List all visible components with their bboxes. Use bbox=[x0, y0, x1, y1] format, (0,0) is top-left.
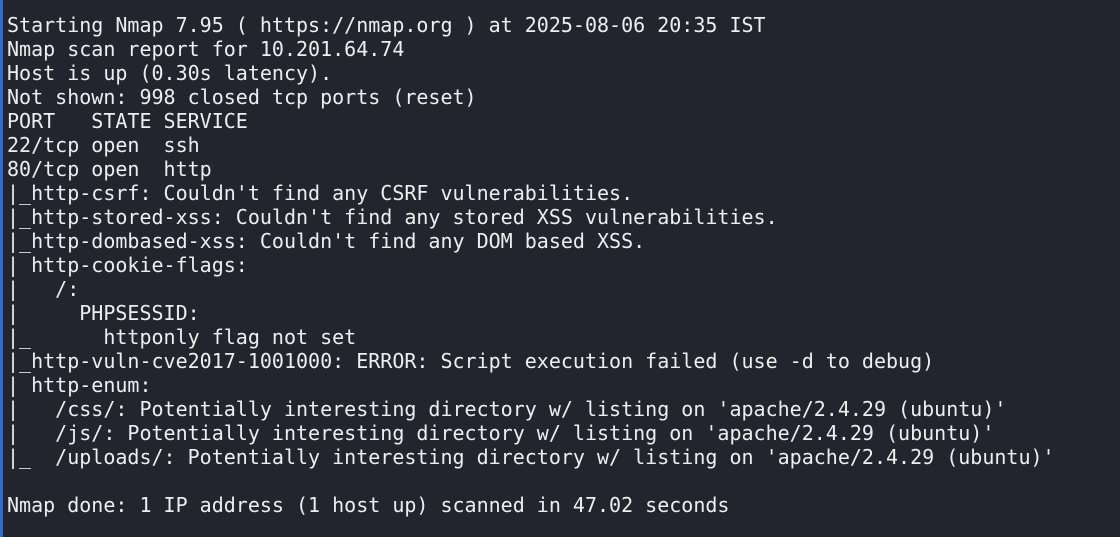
terminal-line: |_http-dombased-xss: Couldn't find any D… bbox=[7, 229, 646, 253]
terminal-line: |_http-vuln-cve2017-1001000: ERROR: Scri… bbox=[7, 349, 935, 373]
terminal-line: |_http-csrf: Couldn't find any CSRF vuln… bbox=[7, 181, 634, 205]
terminal-line: Nmap scan report for 10.201.64.74 bbox=[7, 37, 405, 61]
terminal-line: |_ httponly flag not set bbox=[7, 325, 357, 349]
terminal-line: | /css/: Potentially interesting directo… bbox=[7, 397, 1007, 421]
terminal-line: | http-cookie-flags: bbox=[7, 253, 248, 277]
terminal-line: 80/tcp open http bbox=[7, 157, 212, 181]
terminal-line: Nmap done: 1 IP address (1 host up) scan… bbox=[7, 493, 730, 517]
terminal-line: |_http-stored-xss: Couldn't find any sto… bbox=[7, 205, 778, 229]
terminal-line: PORT STATE SERVICE bbox=[7, 109, 248, 133]
terminal-line: Starting Nmap 7.95 ( https://nmap.org ) … bbox=[7, 13, 766, 37]
window-focus-edge bbox=[0, 0, 3, 537]
terminal-output[interactable]: Starting Nmap 7.95 ( https://nmap.org ) … bbox=[7, 13, 1055, 517]
terminal-line: Not shown: 998 closed tcp ports (reset) bbox=[7, 85, 477, 109]
terminal-line: | PHPSESSID: bbox=[7, 301, 200, 325]
terminal-line: | /js/: Potentially interesting director… bbox=[7, 421, 995, 445]
terminal-line: | /: bbox=[7, 277, 80, 301]
terminal-line: Host is up (0.30s latency). bbox=[7, 61, 333, 85]
terminal-line: 22/tcp open ssh bbox=[7, 133, 200, 157]
terminal-line: |_ /uploads/: Potentially interesting di… bbox=[7, 445, 1055, 469]
terminal-line: | http-enum: bbox=[7, 373, 152, 397]
